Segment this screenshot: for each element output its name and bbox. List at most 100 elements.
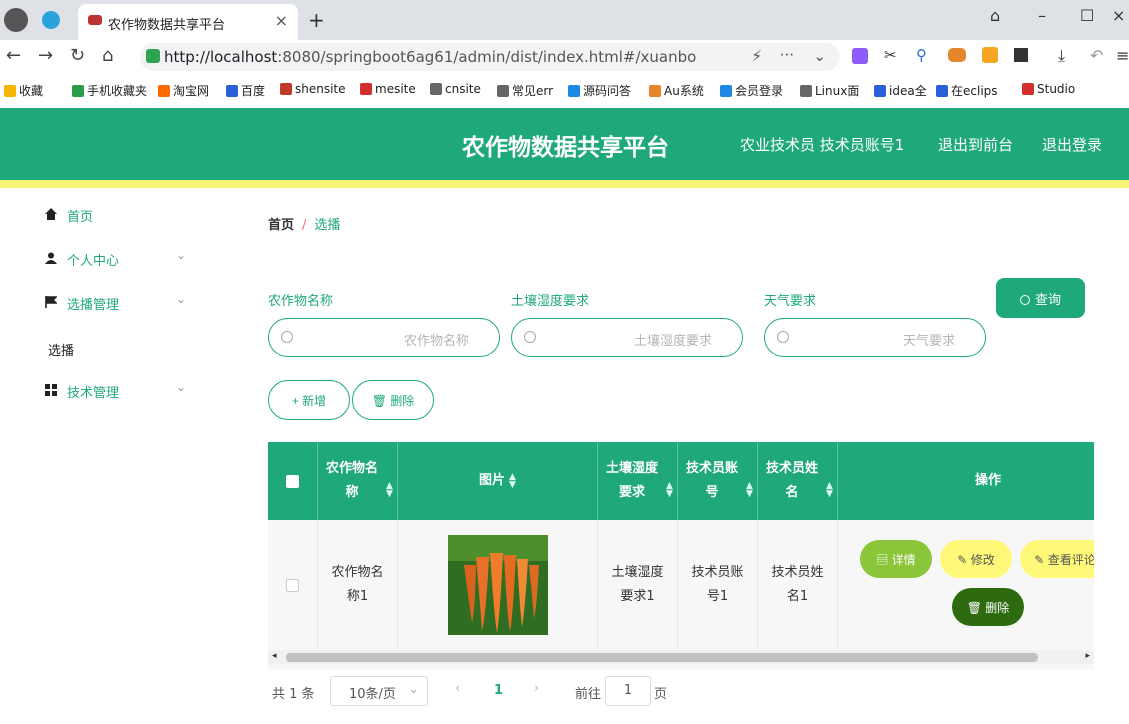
select-all-checkbox[interactable] <box>286 474 299 488</box>
weather-input[interactable]: 天气要求 <box>764 318 986 357</box>
comments-button[interactable]: ✎ 查看评论 <box>1020 540 1094 578</box>
scroll-right-icon[interactable]: ▸ <box>1085 651 1090 661</box>
shirt-icon[interactable]: ⌂ <box>990 6 1000 25</box>
browser-tab[interactable]: 农作物数据共享平台 × <box>78 4 298 40</box>
badge-icon[interactable] <box>982 47 998 63</box>
bookmark-item[interactable]: Linux面 <box>800 82 859 99</box>
chevron-down-icon[interactable]: ⌄ <box>813 47 826 65</box>
goto-page-input[interactable]: 1 <box>605 676 651 706</box>
add-button[interactable]: + 新增 <box>268 380 350 420</box>
prev-page-icon[interactable]: ‹ <box>455 681 460 696</box>
bookmark-item[interactable]: Au系统 <box>649 82 704 99</box>
bookmark-item[interactable]: 在eclips <box>936 82 998 99</box>
more-icon[interactable]: ··· <box>780 46 794 64</box>
next-page-icon[interactable]: › <box>534 681 539 696</box>
sidebar-item-home[interactable]: 首页 <box>20 194 198 234</box>
bookmark-label: mesite <box>375 82 416 96</box>
search-icon <box>1019 294 1030 305</box>
cell-soil: 土壤湿度要求1 <box>598 520 678 650</box>
page-size-select[interactable]: 10条/页 ⌄ <box>330 676 428 706</box>
to-front-link[interactable]: 退出到前台 <box>938 134 1013 155</box>
bookmark-icon <box>936 85 948 97</box>
cell-account: 技术员账号1 <box>678 520 758 650</box>
chevron-down-icon: ⌄ <box>175 380 186 394</box>
forward-icon[interactable]: → <box>38 45 53 66</box>
header-image[interactable]: 图片 ▲ ▼ <box>398 442 598 520</box>
download-icon[interactable]: ⤓ <box>1058 46 1065 66</box>
bookmark-icon <box>497 85 509 97</box>
scroll-left-icon[interactable]: ◂ <box>272 651 277 661</box>
row-checkbox[interactable] <box>286 578 299 592</box>
bookmark-item[interactable]: 手机收藏夹 <box>72 82 147 99</box>
data-table: 农作物名称 ▲ ▼ 图片 ▲ ▼ 土壤湿度要求 ▲ ▼ 技术员账号 ▲ ▼ 技术员姓名 ▲ ▼ 操作… <box>268 442 1094 670</box>
carrot-image[interactable] <box>447 535 548 635</box>
cell-image <box>398 520 598 650</box>
close-tab-icon[interactable]: × <box>275 11 288 30</box>
address-bar[interactable]: http://localhost:8080/springboot6ag61/ad… <box>140 43 840 71</box>
close-window-icon[interactable]: × <box>1112 6 1125 25</box>
header-soil[interactable]: 土壤湿度要求 ▲ ▼ <box>598 442 678 520</box>
minimize-icon[interactable]: – <box>1038 6 1046 25</box>
lightning-icon[interactable]: ⚡ <box>751 47 762 65</box>
bookmark-item[interactable]: cnsite <box>430 82 481 96</box>
crop-name-input[interactable]: 农作物名称 <box>268 318 500 357</box>
edit-button[interactable]: ✎ 修改 <box>940 540 1012 578</box>
bookmark-label: shensite <box>295 82 346 96</box>
menu-icon[interactable]: ≡ <box>1116 46 1129 65</box>
sidebar-item-profile[interactable]: 个人中心 ⌄ <box>20 238 198 278</box>
bookmark-item[interactable]: shensite <box>280 82 346 96</box>
bookmark-item[interactable]: 常见err <box>497 82 553 99</box>
page-number[interactable]: 1 <box>494 683 503 698</box>
header-crop[interactable]: 农作物名称 ▲ ▼ <box>318 442 398 520</box>
logout-link[interactable]: 退出登录 <box>1042 134 1102 155</box>
bookmark-item[interactable]: 源码问答 <box>568 82 631 99</box>
bookmark-label: 淘宝网 <box>173 84 210 98</box>
maximize-icon[interactable]: ☐ <box>1080 6 1094 25</box>
sort-icon: ▲ ▼ <box>666 481 673 499</box>
bookmark-item[interactable]: 淘宝网 <box>158 82 209 99</box>
apps-icon[interactable] <box>1014 48 1028 62</box>
app-title: 农作物数据共享平台 <box>462 135 669 161</box>
soil-humidity-input[interactable]: 土壤湿度要求 <box>511 318 743 357</box>
reload-icon[interactable]: ↻ <box>70 45 85 66</box>
game-icon[interactable] <box>948 48 966 62</box>
url-host: http://localhost <box>164 48 278 66</box>
header-label: 技术员姓名 <box>766 461 819 500</box>
cell-crop: 农作物名称1 <box>318 520 398 650</box>
breadcrumb-separator: / <box>302 218 307 233</box>
home-browser-icon[interactable]: ⌂ <box>102 45 113 66</box>
batch-delete-button[interactable]: 🗑 删除 <box>352 380 434 420</box>
row-select-cell <box>268 520 318 650</box>
row-delete-button[interactable]: 🗑 删除 <box>952 588 1024 626</box>
bookmark-item[interactable]: idea全 <box>874 82 927 99</box>
scrollbar-thumb[interactable] <box>286 653 1038 662</box>
browser-tab-bar: 农作物数据共享平台 × + ⌂ – ☐ × <box>0 0 1129 40</box>
bookmark-item[interactable]: Studio <box>1022 82 1075 96</box>
translate-icon[interactable] <box>852 48 868 64</box>
header-account[interactable]: 技术员账号 ▲ ▼ <box>678 442 758 520</box>
search-icon <box>524 331 536 343</box>
telegram-icon[interactable] <box>42 11 60 29</box>
filter-label-weather: 天气要求 <box>764 294 817 309</box>
new-tab-icon[interactable]: + <box>308 8 325 32</box>
horizontal-scrollbar[interactable]: ◂ ▸ <box>268 650 1094 664</box>
bookmark-item[interactable]: 会员登录 <box>720 82 783 99</box>
bookmark-item[interactable]: 收藏 <box>4 82 43 99</box>
sidebar-subitem-xuanbo[interactable]: 选播 <box>48 340 74 359</box>
profile-avatar-icon[interactable] <box>4 8 28 32</box>
undo-icon[interactable]: ↶ <box>1090 46 1103 65</box>
row-delete-label: 删除 <box>985 600 1010 615</box>
detail-button[interactable]: ▤ 详情 <box>860 540 932 578</box>
bookmark-item[interactable]: mesite <box>360 82 416 96</box>
bookmark-item[interactable]: 百度 <box>226 82 265 99</box>
bookmark-label: 百度 <box>241 84 266 98</box>
search-ext-icon[interactable]: ⚲ <box>916 46 927 64</box>
sidebar-item-xuanbo-manage[interactable]: 选播管理 ⌄ <box>20 282 198 322</box>
query-button[interactable]: 查询 <box>996 278 1085 318</box>
header-name[interactable]: 技术员姓名 ▲ ▼ <box>758 442 838 520</box>
sidebar-item-tech-manage[interactable]: 技术管理 ⌄ <box>20 370 198 410</box>
back-icon[interactable]: ← <box>6 45 21 66</box>
breadcrumb-home[interactable]: 首页 <box>268 218 294 233</box>
search-icon <box>281 331 293 343</box>
scissors-icon[interactable]: ✂ <box>884 46 897 64</box>
